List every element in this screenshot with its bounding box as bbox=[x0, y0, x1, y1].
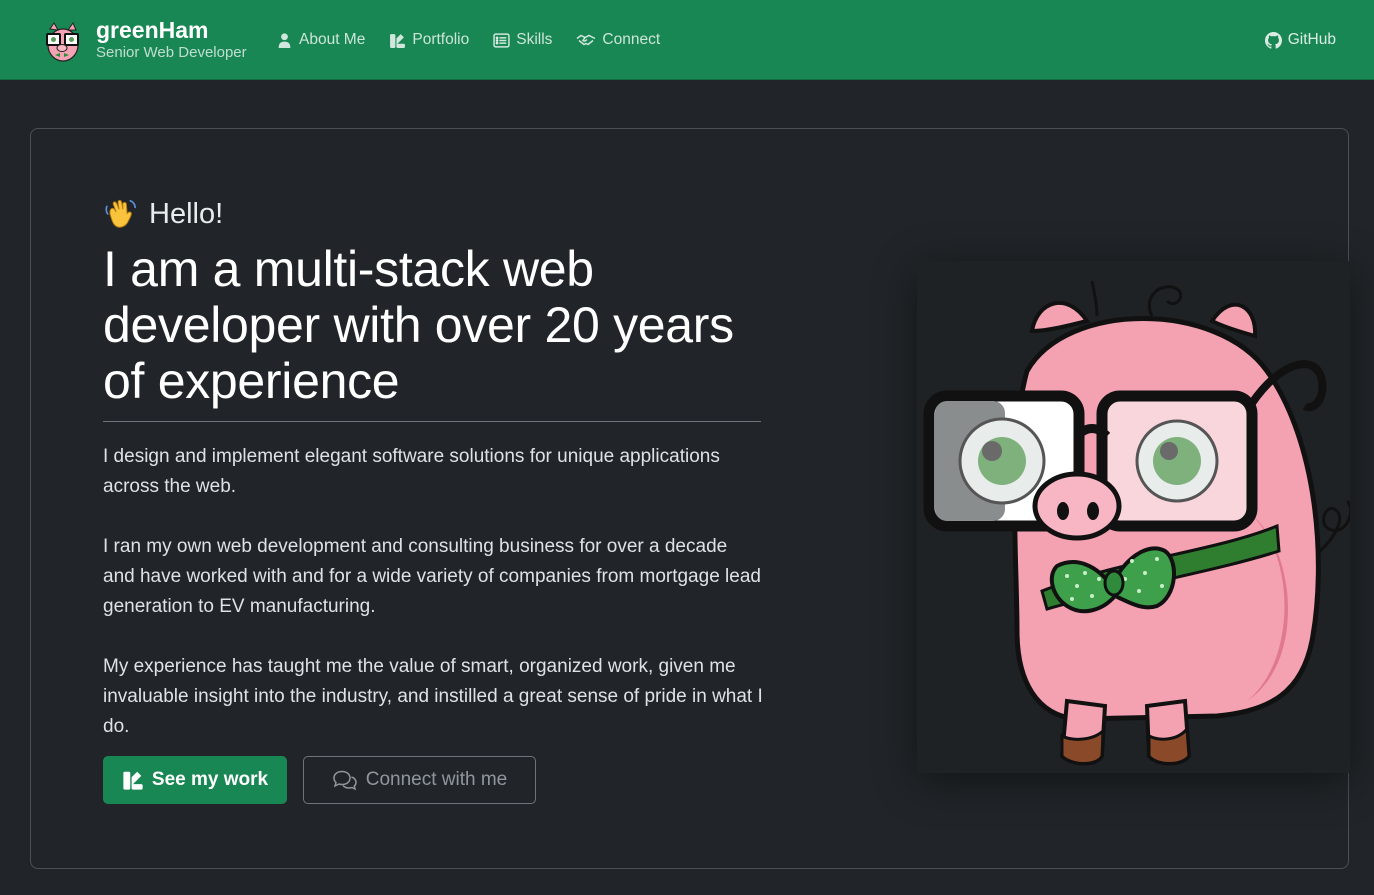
divider bbox=[103, 421, 761, 422]
handshake-icon bbox=[576, 34, 596, 45]
see-my-work-label: See my work bbox=[151, 769, 269, 790]
connect-with-me-button[interactable]: Connect with me bbox=[303, 756, 536, 804]
waving-hand-icon bbox=[105, 199, 136, 228]
nav-links: About Me Portfolio Skills Connect bbox=[276, 28, 684, 52]
github-icon bbox=[1264, 31, 1282, 49]
github-label: GitHub bbox=[1287, 31, 1336, 48]
mascot-image-frame bbox=[917, 261, 1350, 773]
github-link[interactable]: GitHub bbox=[1264, 28, 1336, 52]
chat-bubbles-icon bbox=[332, 770, 357, 791]
list-icon bbox=[493, 32, 510, 48]
see-my-work-button[interactable]: See my work bbox=[103, 756, 287, 804]
nav-about-me[interactable]: About Me bbox=[276, 28, 365, 52]
nav-connect[interactable]: Connect bbox=[576, 28, 660, 52]
intro-paragraph: I design and implement elegant software … bbox=[103, 446, 720, 497]
hero-text: Hello! I am a multi-stack web developer … bbox=[103, 197, 763, 742]
brand-name: greenHam bbox=[96, 17, 209, 43]
portfolio-icon bbox=[390, 33, 406, 48]
navbar: greenHam Senior Web Developer About Me P… bbox=[0, 0, 1374, 80]
nav-about-me-label: About Me bbox=[299, 31, 366, 48]
business-paragraph: I ran my own web development and consult… bbox=[103, 536, 761, 617]
hero-headline: I am a multi-stack web developer with ov… bbox=[103, 241, 734, 409]
brand-subtitle: Senior Web Developer bbox=[96, 44, 247, 61]
greeting-text: Hello! bbox=[149, 198, 224, 230]
nav-skills-label: Skills bbox=[516, 31, 553, 48]
nav-connect-label: Connect bbox=[602, 31, 661, 48]
brand-link[interactable]: greenHam Senior Web Developer bbox=[38, 14, 247, 66]
experience-paragraph: My experience has taught me the value of… bbox=[103, 656, 763, 737]
greeting: Hello! bbox=[103, 197, 763, 231]
connect-with-me-label: Connect with me bbox=[365, 769, 508, 790]
person-icon bbox=[278, 32, 291, 48]
hero-actions: See my work Connect with me bbox=[103, 756, 536, 804]
hero-card: Hello! I am a multi-stack web developer … bbox=[30, 128, 1350, 869]
portfolio-icon bbox=[123, 771, 143, 790]
nav-portfolio[interactable]: Portfolio bbox=[389, 28, 469, 52]
pig-mascot-illustration bbox=[923, 280, 1350, 766]
nav-portfolio-label: Portfolio bbox=[412, 31, 470, 48]
nav-skills[interactable]: Skills bbox=[493, 28, 552, 52]
pig-mascot-icon bbox=[46, 21, 79, 62]
